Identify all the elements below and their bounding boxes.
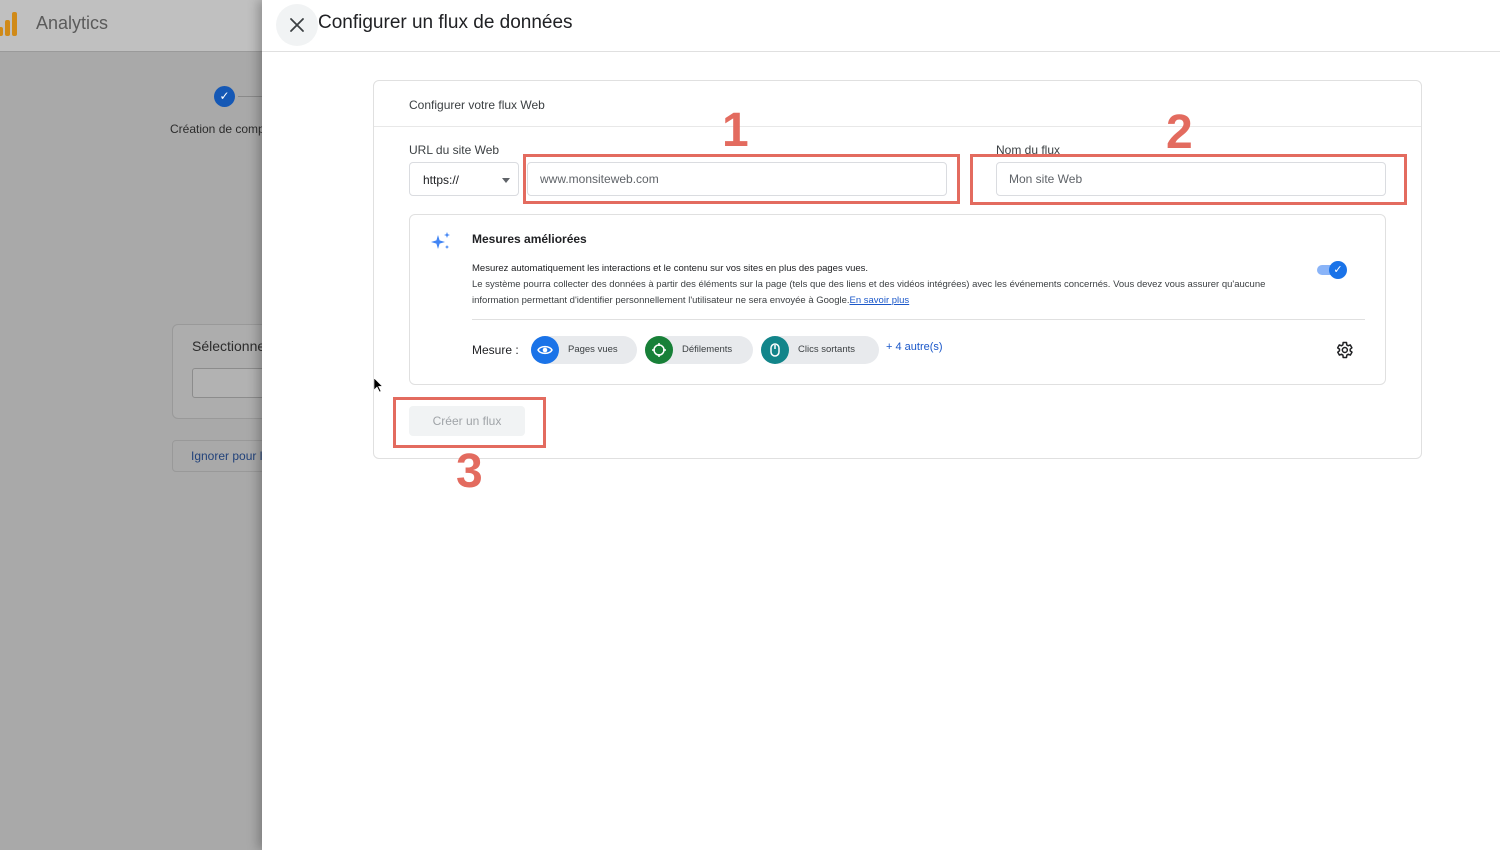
chip-page-views: Pages vues	[531, 336, 637, 364]
card-header: Configurer votre flux Web	[374, 81, 1421, 127]
annotation-number-2: 2	[1166, 106, 1193, 159]
chip-label: Pages vues	[568, 344, 618, 355]
check-icon: ✓	[1329, 261, 1347, 279]
more-events-link[interactable]: + 4 autre(s)	[886, 341, 943, 353]
configure-stream-panel: Configurer un flux de données Configurer…	[262, 0, 1500, 850]
chip-label: Clics sortants	[798, 344, 856, 355]
panel-title: Configurer un flux de données	[318, 12, 573, 33]
measure-label: Mesure :	[472, 343, 519, 357]
create-stream-button[interactable]: Créer un flux	[409, 406, 525, 436]
close-icon	[290, 18, 304, 32]
mouse-icon	[761, 336, 789, 364]
dropdown-caret-icon	[502, 178, 510, 183]
mouse-cursor-icon	[374, 378, 384, 393]
learn-more-link[interactable]: En savoir plus	[850, 295, 910, 306]
annotation-number-3: 3	[456, 445, 483, 498]
url-label: URL du site Web	[409, 143, 500, 157]
web-stream-card: Configurer votre flux Web URL du site We…	[373, 80, 1422, 459]
card-header-title: Configurer votre flux Web	[409, 98, 545, 112]
protocol-value: https://	[423, 173, 460, 187]
stream-name-label: Nom du flux	[996, 143, 1061, 157]
enhanced-measurement-section: Mesures améliorées Mesurez automatiqueme…	[409, 214, 1386, 385]
stream-name-input[interactable]	[996, 162, 1386, 196]
chip-outbound-clicks: Clics sortants	[761, 336, 879, 364]
sparkle-icon	[431, 232, 450, 249]
step-check-icon: ✓	[214, 86, 235, 107]
close-button[interactable]	[276, 4, 318, 46]
platform-card: Sélectionnez une plateforme	[172, 324, 262, 419]
skip-button-label: Ignorer pour l'instant	[191, 449, 262, 463]
step-label: Création de compte	[170, 122, 262, 136]
protocol-select[interactable]: https://	[409, 162, 519, 196]
description-line-1: Mesurez automatiquement les interactions…	[472, 263, 869, 274]
panel-header: Configurer un flux de données	[262, 0, 1500, 52]
step-connector	[238, 96, 262, 97]
annotation-number-1: 1	[722, 104, 749, 157]
enhanced-measurement-title: Mesures améliorées	[472, 232, 587, 246]
chip-scrolls: Défilements	[645, 336, 753, 364]
app-header: Analytics	[0, 0, 262, 52]
analytics-logo-icon	[0, 12, 20, 36]
chip-label: Défilements	[682, 344, 733, 355]
enhanced-measurement-toggle[interactable]: ✓	[1317, 261, 1349, 279]
gear-icon[interactable]	[1334, 340, 1354, 360]
platform-card-label: Sélectionnez une plateforme	[192, 338, 262, 354]
platform-field	[192, 368, 262, 398]
eye-icon	[531, 336, 559, 364]
enhanced-measurement-description: Mesurez automatiquement les interactions…	[472, 261, 1302, 309]
background-app: Analytics ✓ Création de compte Sélection…	[0, 0, 262, 850]
app-title: Analytics	[36, 13, 109, 33]
skip-button: Ignorer pour l'instant	[172, 440, 262, 472]
divider	[472, 319, 1365, 320]
url-input[interactable]	[527, 162, 947, 196]
crosshair-icon	[645, 336, 673, 364]
